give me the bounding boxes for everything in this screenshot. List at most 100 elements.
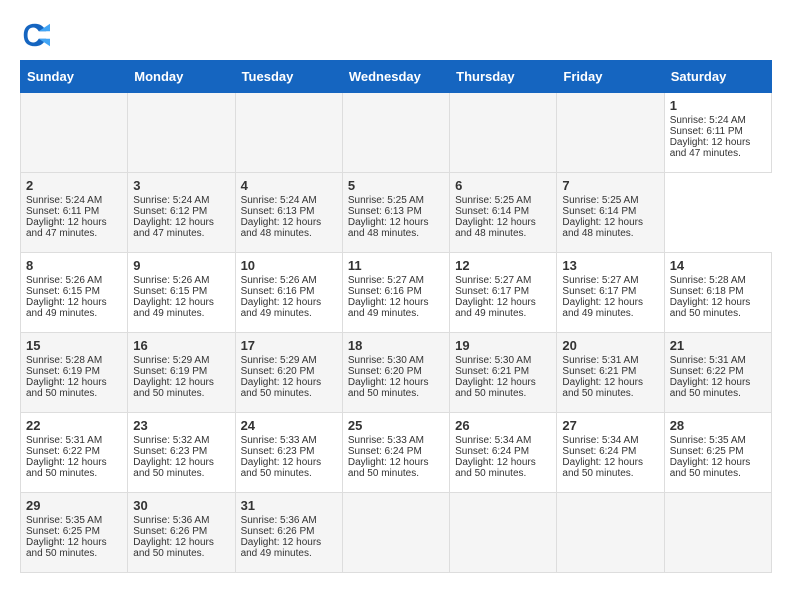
day-number: 10 [241,258,337,273]
sunrise: Sunrise: 5:36 AM [133,515,209,526]
sunrise: Sunrise: 5:36 AM [241,515,317,526]
sunrise: Sunrise: 5:24 AM [133,195,209,206]
calendar-cell: 20 Sunrise: 5:31 AM Sunset: 6:21 PM Dayl… [557,333,664,413]
sunset: Sunset: 6:12 PM [133,206,207,217]
day-number: 13 [562,258,658,273]
calendar-week-row: 22 Sunrise: 5:31 AM Sunset: 6:22 PM Dayl… [21,413,772,493]
sunset: Sunset: 6:25 PM [26,526,100,537]
sunrise: Sunrise: 5:34 AM [455,435,531,446]
sunrise: Sunrise: 5:28 AM [26,355,102,366]
calendar-cell-empty [557,93,664,173]
sunrise: Sunrise: 5:24 AM [241,195,317,206]
sunrise: Sunrise: 5:31 AM [670,355,746,366]
sunset: Sunset: 6:20 PM [241,366,315,377]
sunrise: Sunrise: 5:25 AM [455,195,531,206]
calendar-cell: 15 Sunrise: 5:28 AM Sunset: 6:19 PM Dayl… [21,333,128,413]
day-number: 8 [26,258,122,273]
day-number: 11 [348,258,444,273]
calendar-cell: 29 Sunrise: 5:35 AM Sunset: 6:25 PM Dayl… [21,493,128,573]
calendar-cell-empty [664,493,771,573]
sunset: Sunset: 6:23 PM [241,446,315,457]
sunset: Sunset: 6:14 PM [562,206,636,217]
sunrise: Sunrise: 5:31 AM [562,355,638,366]
sunrise: Sunrise: 5:30 AM [348,355,424,366]
calendar-cell-empty [21,93,128,173]
sunset: Sunset: 6:16 PM [348,286,422,297]
calendar-cell: 4 Sunrise: 5:24 AM Sunset: 6:13 PM Dayli… [235,173,342,253]
daylight: Daylight: 12 hours and 49 minutes. [241,537,322,559]
day-number: 28 [670,418,766,433]
sunset: Sunset: 6:24 PM [562,446,636,457]
calendar-table: SundayMondayTuesdayWednesdayThursdayFrid… [20,60,772,573]
calendar-cell: 25 Sunrise: 5:33 AM Sunset: 6:24 PM Dayl… [342,413,449,493]
calendar-cell: 9 Sunrise: 5:26 AM Sunset: 6:15 PM Dayli… [128,253,235,333]
sunset: Sunset: 6:22 PM [670,366,744,377]
daylight: Daylight: 12 hours and 48 minutes. [562,217,643,239]
sunrise: Sunrise: 5:32 AM [133,435,209,446]
sunset: Sunset: 6:26 PM [133,526,207,537]
day-number: 26 [455,418,551,433]
calendar-cell: 14 Sunrise: 5:28 AM Sunset: 6:18 PM Dayl… [664,253,771,333]
sunset: Sunset: 6:24 PM [348,446,422,457]
calendar-cell-empty [557,493,664,573]
sunset: Sunset: 6:25 PM [670,446,744,457]
calendar-cell: 30 Sunrise: 5:36 AM Sunset: 6:26 PM Dayl… [128,493,235,573]
calendar-cell-empty [128,93,235,173]
calendar-cell: 17 Sunrise: 5:29 AM Sunset: 6:20 PM Dayl… [235,333,342,413]
sunset: Sunset: 6:14 PM [455,206,529,217]
calendar-cell: 22 Sunrise: 5:31 AM Sunset: 6:22 PM Dayl… [21,413,128,493]
sunrise: Sunrise: 5:27 AM [562,275,638,286]
daylight: Daylight: 12 hours and 49 minutes. [562,297,643,319]
weekday-header-thursday: Thursday [450,61,557,93]
day-number: 24 [241,418,337,433]
sunset: Sunset: 6:11 PM [26,206,99,217]
daylight: Daylight: 12 hours and 50 minutes. [348,457,429,479]
sunrise: Sunrise: 5:27 AM [348,275,424,286]
sunset: Sunset: 6:13 PM [348,206,422,217]
calendar-cell: 16 Sunrise: 5:29 AM Sunset: 6:19 PM Dayl… [128,333,235,413]
day-number: 16 [133,338,229,353]
daylight: Daylight: 12 hours and 50 minutes. [348,377,429,399]
sunset: Sunset: 6:15 PM [133,286,207,297]
day-number: 6 [455,178,551,193]
weekday-header-monday: Monday [128,61,235,93]
calendar-cell-empty [450,493,557,573]
sunrise: Sunrise: 5:27 AM [455,275,531,286]
day-number: 31 [241,498,337,513]
day-number: 3 [133,178,229,193]
daylight: Daylight: 12 hours and 49 minutes. [241,297,322,319]
day-number: 9 [133,258,229,273]
daylight: Daylight: 12 hours and 50 minutes. [455,377,536,399]
daylight: Daylight: 12 hours and 48 minutes. [348,217,429,239]
sunset: Sunset: 6:19 PM [133,366,207,377]
sunrise: Sunrise: 5:24 AM [26,195,102,206]
calendar-cell: 27 Sunrise: 5:34 AM Sunset: 6:24 PM Dayl… [557,413,664,493]
day-number: 25 [348,418,444,433]
sunrise: Sunrise: 5:25 AM [562,195,638,206]
sunset: Sunset: 6:21 PM [562,366,636,377]
calendar-cell: 18 Sunrise: 5:30 AM Sunset: 6:20 PM Dayl… [342,333,449,413]
day-number: 18 [348,338,444,353]
sunrise: Sunrise: 5:29 AM [133,355,209,366]
calendar-cell: 10 Sunrise: 5:26 AM Sunset: 6:16 PM Dayl… [235,253,342,333]
weekday-header-wednesday: Wednesday [342,61,449,93]
day-number: 19 [455,338,551,353]
sunrise: Sunrise: 5:33 AM [348,435,424,446]
day-number: 15 [26,338,122,353]
calendar-cell-empty [235,93,342,173]
sunrise: Sunrise: 5:34 AM [562,435,638,446]
calendar-cell: 31 Sunrise: 5:36 AM Sunset: 6:26 PM Dayl… [235,493,342,573]
calendar-cell: 21 Sunrise: 5:31 AM Sunset: 6:22 PM Dayl… [664,333,771,413]
weekday-header-saturday: Saturday [664,61,771,93]
day-number: 17 [241,338,337,353]
sunset: Sunset: 6:16 PM [241,286,315,297]
daylight: Daylight: 12 hours and 50 minutes. [670,457,751,479]
daylight: Daylight: 12 hours and 50 minutes. [133,377,214,399]
sunset: Sunset: 6:17 PM [455,286,529,297]
sunset: Sunset: 6:23 PM [133,446,207,457]
daylight: Daylight: 12 hours and 50 minutes. [241,457,322,479]
day-number: 4 [241,178,337,193]
sunrise: Sunrise: 5:26 AM [241,275,317,286]
daylight: Daylight: 12 hours and 48 minutes. [241,217,322,239]
daylight: Daylight: 12 hours and 50 minutes. [562,377,643,399]
